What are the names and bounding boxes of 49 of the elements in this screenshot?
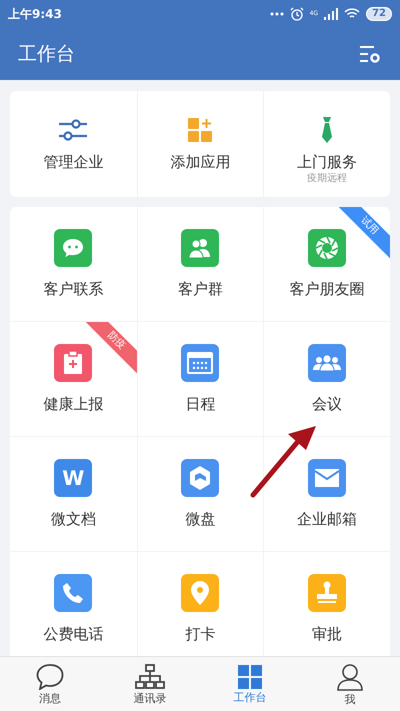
more-dots-icon [270, 12, 284, 16]
app-tile[interactable]: W 微文档 [10, 437, 137, 552]
app-label: 健康上报 [43, 397, 104, 412]
app-label: 客户朋友圈 [290, 282, 365, 297]
page-title: 工作台 [18, 42, 75, 67]
tab[interactable]: 工作台 [200, 657, 300, 711]
wifi-icon [344, 8, 360, 20]
signal-icon [324, 8, 338, 20]
action-label: 管理企业 [43, 155, 104, 170]
add-app-icon [188, 118, 212, 142]
app-label: 企业邮箱 [297, 512, 358, 527]
app-tile[interactable]: 客户朋友圈 试用 [263, 207, 390, 322]
alarm-icon [290, 7, 304, 21]
app-label: 日程 [185, 397, 216, 412]
app-tile[interactable]: 企业邮箱 [263, 437, 390, 552]
ribbon-text: 防疫 [105, 330, 126, 352]
chat-icon [36, 664, 64, 690]
action-label: 添加应用 [170, 155, 230, 170]
app-tile[interactable]: 微盘 [136, 437, 264, 552]
ribbon-text: 试用 [358, 215, 380, 237]
tab[interactable]: 消息 [0, 657, 100, 711]
app-label: 客户联系 [43, 282, 104, 297]
app-tile[interactable]: 客户联系 [10, 207, 137, 322]
battery-indicator: 72 [366, 7, 392, 21]
app-label: 微盘 [185, 512, 216, 527]
quick-action[interactable]: 添加应用 [136, 91, 264, 197]
app-label: 微文档 [50, 512, 96, 527]
app-tile[interactable]: 客户群 [136, 207, 264, 322]
app-label: 客户群 [178, 282, 223, 297]
sliders-icon [58, 119, 88, 141]
app-label: 公费电话 [43, 627, 104, 642]
app-tile[interactable]: 健康上报 防疫 [10, 322, 137, 437]
action-subtitle: 疫期远程 [307, 174, 348, 184]
org-chart-icon [135, 664, 165, 690]
app-label: 打卡 [185, 627, 216, 642]
app-tile[interactable]: 日程 [136, 322, 264, 437]
action-label: 上门服务 [297, 155, 358, 170]
quick-action[interactable]: 上门服务 疫期远程 [263, 91, 390, 197]
quick-action[interactable]: 管理企业 [10, 91, 137, 197]
app-tile[interactable]: 会议 [263, 322, 390, 437]
grid-icon [238, 665, 262, 689]
person-icon [336, 663, 364, 691]
tab[interactable]: 通讯录 [100, 657, 200, 711]
tie-icon [321, 117, 334, 143]
tab[interactable]: 我 [300, 657, 400, 711]
app-glyph: W [62, 468, 84, 488]
status-time: 上午9:43 [8, 6, 62, 23]
app-label: 会议 [312, 397, 342, 412]
app-label: 审批 [312, 627, 342, 642]
